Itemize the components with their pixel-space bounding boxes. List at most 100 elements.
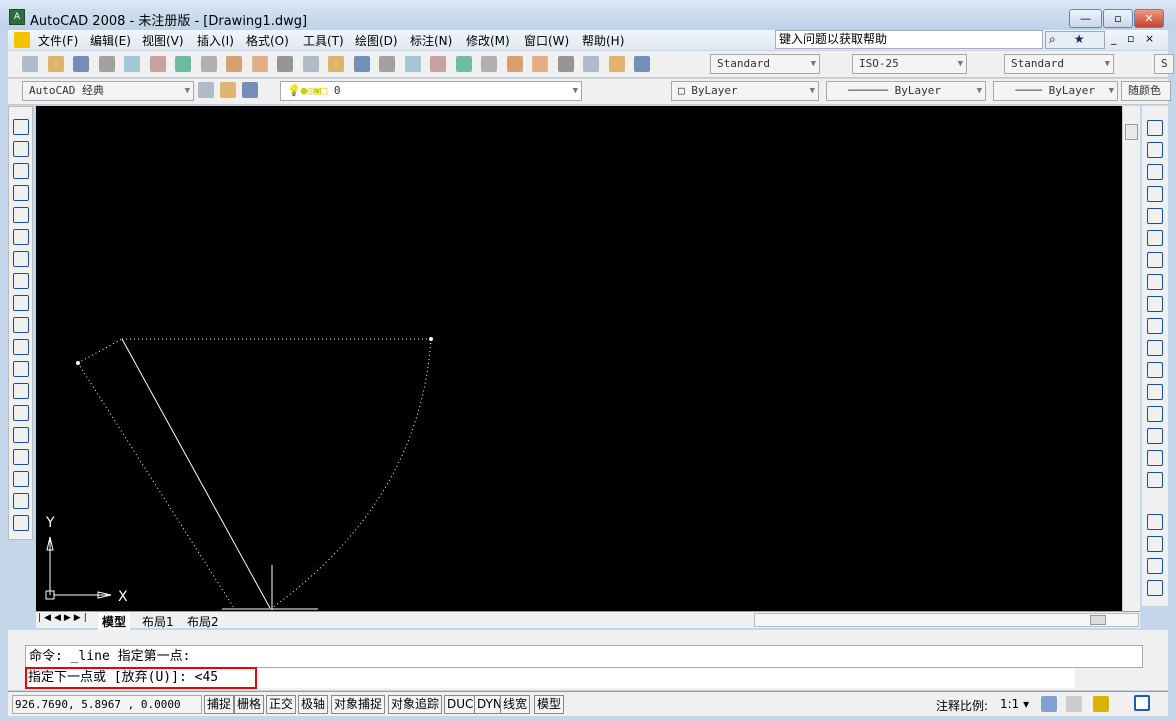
paste-icon[interactable] [252,56,268,72]
tab-nav-buttons[interactable]: |◀◀▶▶| [38,613,90,623]
grip-point[interactable] [77,362,80,365]
insert-block-icon[interactable] [13,361,29,377]
dim-style-select[interactable]: ISO-25▼ [852,54,967,74]
3d-dwf-icon[interactable] [175,56,191,72]
cut-icon[interactable] [201,56,217,72]
break-icon[interactable] [1147,384,1163,400]
menu-item[interactable]: 标注(N) [410,32,452,49]
join-icon[interactable] [1147,406,1163,422]
mirror-icon[interactable] [1147,164,1163,180]
favorites-icon[interactable]: ★ [1074,32,1085,46]
bring-above-icon[interactable] [1147,558,1163,574]
menu-item[interactable]: 工具(T) [303,32,344,49]
new-icon[interactable] [22,56,38,72]
status-toggle[interactable]: 对象捕捉 [331,695,385,714]
break-at-point-icon[interactable] [1147,362,1163,378]
array-icon[interactable] [1147,208,1163,224]
scroll-thumb[interactable] [1125,124,1138,140]
status-toggle[interactable]: 正交 [266,695,296,714]
copy-icon[interactable] [226,56,242,72]
redo-icon[interactable] [354,56,370,72]
menu-item[interactable]: 绘图(D) [355,32,398,49]
offset-icon[interactable] [1147,186,1163,202]
fillet-icon[interactable] [1147,450,1163,466]
status-toggle[interactable]: 模型 [534,695,564,714]
circle-icon[interactable] [13,251,29,267]
markup-icon[interactable] [583,56,599,72]
draw-order-back-icon[interactable] [1147,536,1163,552]
send-under-icon[interactable] [1147,580,1163,596]
lineweight-select[interactable]: ──── ByLayer▼ [993,81,1118,101]
lock-icon[interactable] [1093,696,1109,712]
auto-scale-icon[interactable] [1066,696,1082,712]
my-workspace-icon[interactable] [220,82,236,98]
drawing-canvas[interactable]: Y X [36,106,1122,611]
tool-palettes-icon[interactable] [532,56,548,72]
workspace-settings-icon[interactable] [198,82,214,98]
annotation-visibility-icon[interactable] [1041,696,1057,712]
zoom-window-icon[interactable] [430,56,446,72]
make-block-icon[interactable] [13,383,29,399]
doc-window-controls[interactable]: _ ▫ × [1111,32,1154,45]
quickcalc-icon[interactable] [609,56,625,72]
block-editor-icon[interactable] [303,56,319,72]
tab-layout2[interactable]: 布局2 [183,613,223,630]
line-icon[interactable] [13,119,29,135]
minimize-button[interactable]: — [1069,9,1102,28]
sheet-set-icon[interactable] [558,56,574,72]
close-button[interactable]: ✕ [1134,9,1164,28]
status-toggle[interactable]: 线宽 [500,695,530,714]
open-icon[interactable] [48,56,64,72]
restore-button[interactable]: ▫ [1103,9,1133,28]
gradient-icon[interactable] [13,449,29,465]
preview-icon[interactable] [124,56,140,72]
revision-cloud-icon[interactable] [13,273,29,289]
color-select[interactable]: □ ByLayer▼ [671,81,819,101]
publish-icon[interactable] [150,56,166,72]
move-icon[interactable] [1147,230,1163,246]
explode-icon[interactable] [1147,472,1163,488]
scroll-thumb[interactable] [1090,615,1106,625]
status-toggle[interactable]: 栅格 [234,695,264,714]
menu-item[interactable]: 文件(F) [38,32,78,49]
polyline-icon[interactable] [13,163,29,179]
table-icon[interactable] [13,493,29,509]
vertical-scrollbar[interactable] [1122,106,1140,611]
menu-item[interactable]: 修改(M) [466,32,510,49]
pan-icon[interactable] [379,56,395,72]
help-search-input[interactable]: 键入问题以获取帮助 [775,30,1043,49]
trim-icon[interactable] [1147,318,1163,334]
spline-icon[interactable] [13,295,29,311]
status-toggle[interactable]: 对象追踪 [388,695,442,714]
ellipse-icon[interactable] [13,317,29,333]
menu-item[interactable]: 格式(O) [246,32,289,49]
multileader-style-select[interactable]: S [1154,54,1174,74]
erase-icon[interactable] [1147,120,1163,136]
status-toggle[interactable]: 捕捉 [204,695,234,714]
linetype-select[interactable]: ────── ByLayer▼ [826,81,986,101]
hatch-icon[interactable] [13,427,29,443]
horizontal-scrollbar[interactable] [754,613,1139,627]
status-toggle[interactable]: 极轴 [298,695,328,714]
menu-item[interactable]: 编辑(E) [90,32,131,49]
menu-item[interactable]: 窗口(W) [524,32,569,49]
copy-object-icon[interactable] [1147,142,1163,158]
annotation-scale-select[interactable]: 1:1 ▾ [1000,697,1029,711]
rectangle-icon[interactable] [13,207,29,223]
help-search-buttons[interactable]: ⌕★ [1045,31,1105,49]
rotate-icon[interactable] [1147,252,1163,268]
arc-icon[interactable] [13,229,29,245]
workspace-select[interactable]: AutoCAD 经典▼ [22,81,194,101]
layer-properties-icon[interactable] [242,82,258,98]
grip-point[interactable] [430,338,433,341]
draw-order-front-icon[interactable] [1147,514,1163,530]
menu-item[interactable]: 插入(I) [197,32,234,49]
layer-select[interactable]: 💡●◎▣□ 0▼ [280,81,582,101]
save-icon[interactable] [73,56,89,72]
help-icon[interactable] [634,56,650,72]
polygon-icon[interactable] [13,185,29,201]
properties-icon[interactable] [481,56,497,72]
multiline-text-icon[interactable] [13,515,29,531]
table-style-select[interactable]: Standard▼ [1004,54,1114,74]
design-center-icon[interactable] [507,56,523,72]
